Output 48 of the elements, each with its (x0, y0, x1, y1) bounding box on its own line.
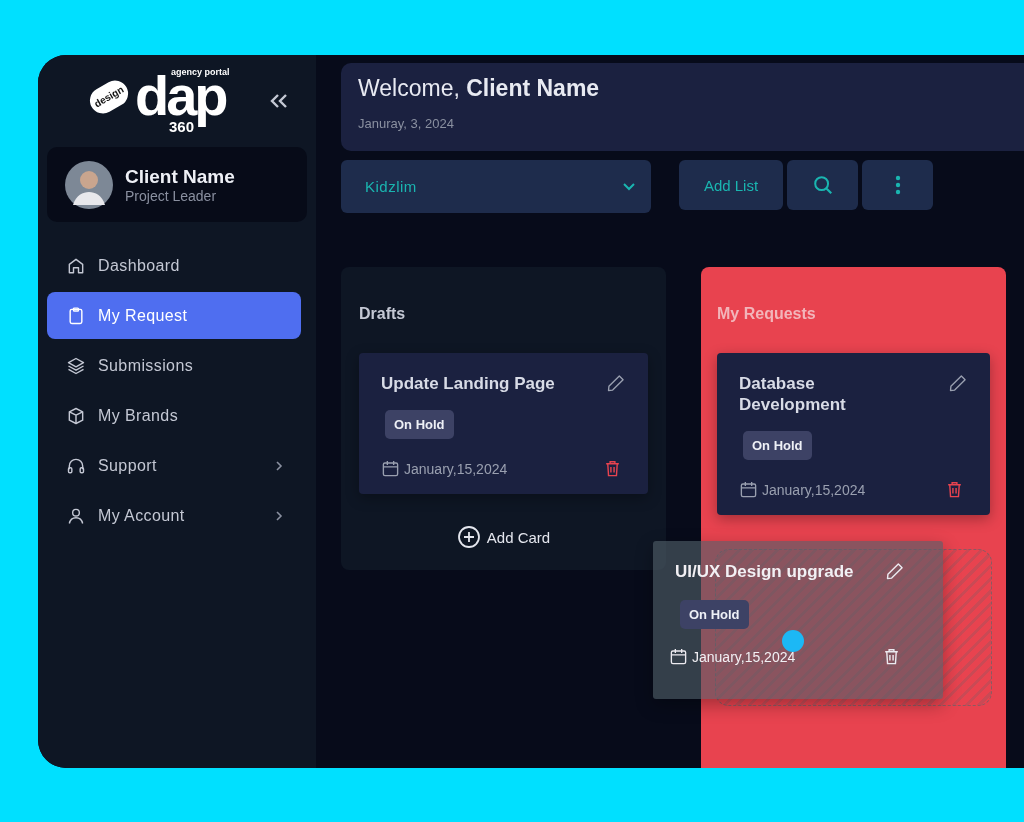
nav-item[interactable]: Support (47, 442, 301, 489)
status-badge: On Hold (385, 410, 454, 439)
status-badge: On Hold (743, 431, 812, 460)
cursor-dot-icon (781, 629, 805, 653)
clipboard-icon (66, 305, 86, 326)
nav-item[interactable]: My Brands (47, 392, 301, 439)
layers-icon (66, 355, 86, 376)
due-date: January,15,2024 (762, 481, 867, 498)
pencil-icon[interactable] (948, 373, 968, 393)
calendar-icon (381, 459, 400, 478)
trash-icon[interactable] (882, 647, 901, 666)
list-title: My Requests (717, 305, 817, 323)
plus-circle-icon (456, 525, 481, 549)
add-card-button[interactable]: Add Card (450, 524, 557, 550)
date-text: Januray, 3, 2024 (358, 116, 455, 131)
trash-icon[interactable] (603, 459, 622, 478)
list-title: Drafts (359, 305, 407, 323)
cube-icon (66, 405, 86, 426)
card-title: Update Landing Page (381, 373, 555, 394)
add-list-button[interactable]: Add List (679, 160, 783, 210)
nav-item[interactable]: Submissions (47, 342, 301, 389)
profile-card[interactable]: Client Name Project Leader (47, 147, 307, 222)
due-date: January,15,2024 (404, 460, 509, 477)
calendar-icon (669, 647, 688, 666)
chevron-down-icon (623, 182, 635, 191)
task-card[interactable]: Update Landing Page On Hold January,15,2024 (359, 353, 648, 494)
nav-item[interactable]: My Request (47, 292, 301, 339)
search-button[interactable] (787, 160, 858, 210)
more-icon (894, 175, 901, 195)
welcome-text: Welcome, Client Name (358, 75, 601, 102)
dragged-card[interactable]: UI/UX Design upgrade On Hold January,15,2024 (653, 541, 943, 699)
card-title: Database Development (739, 373, 847, 415)
trash-icon[interactable] (945, 480, 964, 499)
user-role: Project Leader (125, 187, 218, 204)
card-title: UI/UX Design upgrade (675, 561, 854, 582)
search-icon (811, 174, 834, 196)
status-badge: On Hold (680, 600, 749, 629)
nav-item[interactable]: Dashboard (47, 242, 301, 289)
nav-item[interactable]: My Account (47, 492, 301, 539)
brand-dropdown[interactable]: Kidzlim (341, 160, 651, 213)
due-date: January,15,2024 (692, 648, 797, 665)
avatar (65, 160, 113, 209)
pencil-icon[interactable] (885, 561, 905, 581)
pencil-icon[interactable] (606, 373, 626, 393)
task-card[interactable]: Database Development On Hold January,15,2024 (717, 353, 990, 515)
calendar-icon (739, 480, 758, 499)
user-name: Client Name (125, 165, 235, 188)
collapse-icon[interactable] (269, 93, 289, 109)
